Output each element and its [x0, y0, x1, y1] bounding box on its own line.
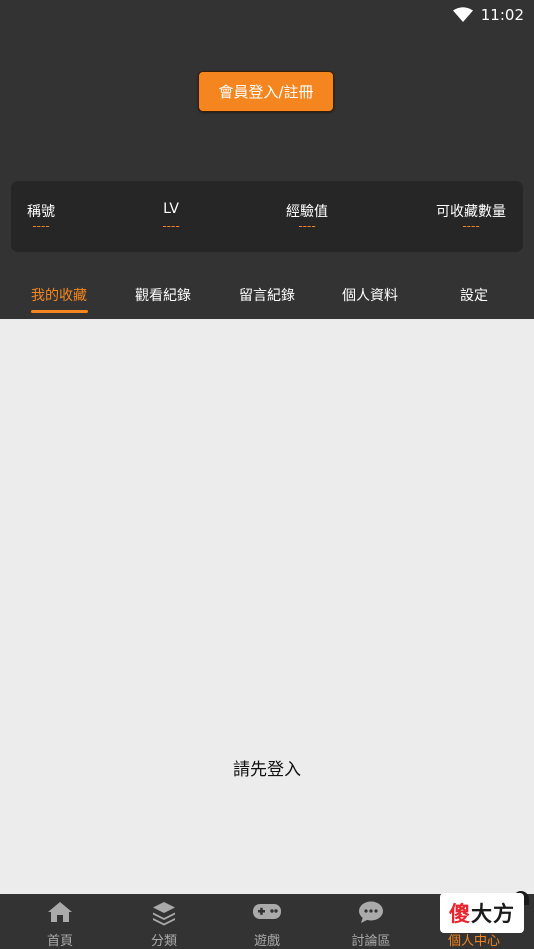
layers-icon: [153, 902, 175, 926]
login-register-button[interactable]: 會員登入/註冊: [198, 71, 334, 112]
nav-item-home[interactable]: 首頁: [7, 894, 113, 949]
nav-label: 討論區: [351, 934, 391, 949]
status-bar: 11:02: [0, 0, 534, 30]
stat-value: ----: [162, 219, 180, 233]
stat-label: LV: [163, 201, 179, 217]
watermark-text-dark: 大方: [471, 902, 515, 926]
home-icon: [48, 902, 72, 922]
tab-watch-history[interactable]: 觀看紀錄: [111, 271, 215, 319]
stat-value: ----: [32, 219, 50, 233]
login-prompt-message: 請先登入: [233, 760, 301, 780]
nav-label: 分類: [150, 934, 177, 949]
chat-icon: [359, 901, 383, 923]
tab-profile-info[interactable]: 個人資料: [318, 271, 422, 319]
profile-tabs: 我的收藏 觀看紀錄 留言紀錄 個人資料 設定: [0, 271, 534, 319]
nav-label: 首頁: [46, 934, 73, 949]
stat-favorite-capacity: 可收藏數量 ----: [425, 181, 517, 252]
stat-experience: 經驗值 ----: [267, 181, 347, 252]
active-tab-indicator: [31, 310, 88, 313]
nav-item-categories[interactable]: 分類: [111, 894, 217, 949]
favorites-content: 請先登入: [0, 319, 534, 894]
wifi-icon: [452, 7, 473, 23]
stat-label: 可收藏數量: [436, 204, 506, 220]
stat-value: ----: [462, 219, 480, 233]
status-time: 11:02: [480, 6, 524, 24]
watermark-text-red: 傻: [449, 902, 471, 926]
tab-settings[interactable]: 設定: [422, 271, 526, 319]
stats-card: 稱號 ---- LV ---- 經驗值 ---- 可收藏數量 ----: [11, 181, 523, 252]
profile-header: 會員登入/註冊 稱號 ---- LV ---- 經驗值 ---- 可收藏數量 -…: [0, 30, 534, 319]
nav-item-forum[interactable]: 討論區: [318, 894, 424, 949]
stat-value: ----: [298, 219, 316, 233]
tab-comment-history[interactable]: 留言紀錄: [215, 271, 319, 319]
stat-title: 稱號 ----: [11, 181, 71, 252]
nav-label: 遊戲: [253, 934, 280, 949]
stat-level: LV ----: [141, 181, 201, 252]
gamepad-icon: [253, 904, 281, 919]
stat-label: 經驗值: [286, 204, 328, 220]
nav-item-games[interactable]: 遊戲: [214, 894, 320, 949]
watermark-logo: 傻大方: [440, 893, 524, 933]
stat-label: 稱號: [27, 204, 55, 220]
